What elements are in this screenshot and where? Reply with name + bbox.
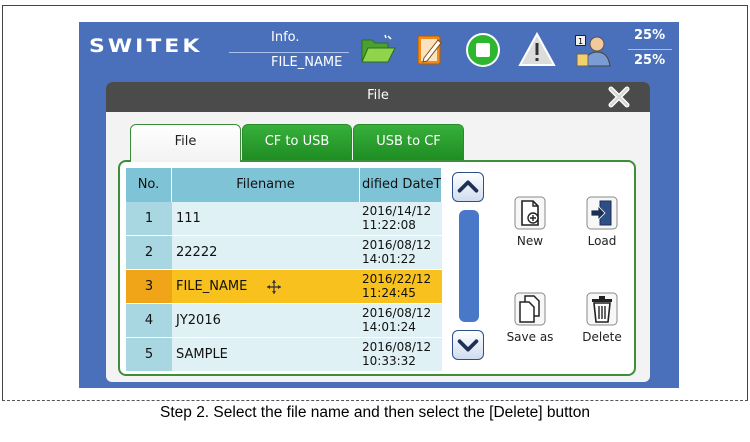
row-filename: SAMPLE (172, 338, 360, 371)
new-button-label: New (516, 234, 544, 248)
table-row-selected[interactable]: 3 FILE_NAME 2016/22/12 11:24:45 (126, 270, 442, 304)
row-time: 14:01:22 (362, 252, 416, 266)
table-row[interactable]: 1 111 2016/14/12 11:22:08 (126, 202, 442, 236)
row-filename: 22222 (172, 236, 360, 269)
dialog-title: File (367, 88, 389, 103)
file-table: No. Filename dified DateTi 1 111 2016/14… (126, 168, 442, 371)
warning-icon[interactable] (517, 30, 557, 70)
info-divider (229, 52, 349, 53)
table-row[interactable]: 5 SAMPLE 2016/08/12 10:33:32 (126, 338, 442, 372)
scroll-up-button[interactable] (452, 172, 484, 202)
percent-bottom: 25% (634, 53, 666, 68)
row-number: 1 (126, 202, 172, 235)
row-date: 2016/08/12 (362, 306, 432, 320)
percent-divider (628, 49, 672, 50)
row-time: 11:22:08 (362, 218, 416, 232)
stop-icon[interactable] (463, 30, 503, 70)
load-icon (586, 196, 618, 230)
save-as-button-label: Save as (506, 330, 554, 344)
scroll-down-button[interactable] (452, 330, 484, 360)
row-modified: 2016/14/12 11:22:08 (360, 202, 442, 235)
info-label: Info. (271, 30, 300, 45)
table-row[interactable]: 2 22222 2016/08/12 14:01:22 (126, 236, 442, 270)
row-time: 11:24:45 (362, 286, 416, 300)
file-panel: No. Filename dified DateTi 1 111 2016/14… (118, 160, 636, 376)
brand-logo: SWITEK (89, 35, 203, 58)
folder-open-icon[interactable] (358, 30, 398, 70)
load-button-label: Load (587, 234, 617, 248)
current-file-name: FILE_NAME (271, 55, 343, 70)
row-number: 5 (126, 338, 172, 371)
row-date: 2016/14/12 (362, 204, 432, 218)
tab-cf-to-usb[interactable]: CF to USB (242, 124, 352, 160)
delete-button[interactable]: Delete (572, 292, 632, 344)
user-icon[interactable]: 1 (572, 30, 612, 70)
chevron-up-icon (457, 180, 479, 193)
tab-file[interactable]: File (130, 124, 241, 162)
scrollbar-thumb[interactable] (459, 210, 479, 322)
row-number: 2 (126, 236, 172, 269)
frame-border-left (2, 5, 3, 400)
table-row[interactable]: 4 JY2016 2016/08/12 14:01:24 (126, 304, 442, 338)
save-as-button[interactable]: Save as (500, 292, 560, 344)
figure-caption: Step 2. Select the file name and then se… (160, 404, 590, 421)
row-date: 2016/08/12 (362, 238, 432, 252)
column-header-modified-date: dified DateTi (360, 168, 442, 202)
load-button[interactable]: Load (572, 196, 632, 248)
row-filename: 111 (172, 202, 360, 235)
new-button[interactable]: New (500, 196, 560, 248)
chevron-down-icon (457, 339, 479, 352)
row-filename: JY2016 (172, 304, 360, 337)
row-modified: 2016/08/12 14:01:24 (360, 304, 442, 337)
row-date: 2016/08/12 (362, 340, 432, 354)
svg-text:1: 1 (578, 37, 583, 46)
dialog-header: File (106, 82, 650, 112)
file-dialog: File File CF to USB USB to CF No. Filena… (106, 82, 650, 382)
device-screen: SWITEK Info. FILE_NAME 1 25% 25% File Fi… (79, 22, 679, 388)
column-header-no: No. (126, 168, 172, 202)
tab-usb-to-cf[interactable]: USB to CF (353, 124, 464, 160)
row-modified: 2016/08/12 14:01:22 (360, 236, 442, 269)
caption-separator (2, 400, 748, 401)
edit-icon[interactable] (409, 30, 449, 70)
row-time: 14:01:24 (362, 320, 416, 334)
row-time: 10:33:32 (362, 354, 416, 368)
row-date: 2016/22/12 (362, 272, 432, 286)
frame-border-right (747, 5, 748, 400)
row-number: 4 (126, 304, 172, 337)
column-header-filename: Filename (172, 168, 360, 202)
row-modified: 2016/22/12 11:24:45 (360, 270, 442, 303)
delete-button-label: Delete (582, 330, 622, 344)
close-icon[interactable] (606, 84, 632, 110)
frame-border-top (2, 5, 748, 6)
crosshair-cursor-icon (267, 280, 281, 294)
percent-top: 25% (634, 28, 666, 43)
trash-icon (586, 292, 618, 326)
row-number: 3 (126, 270, 172, 303)
row-modified: 2016/08/12 10:33:32 (360, 338, 442, 371)
new-file-icon (514, 196, 546, 230)
save-as-icon (514, 292, 546, 326)
